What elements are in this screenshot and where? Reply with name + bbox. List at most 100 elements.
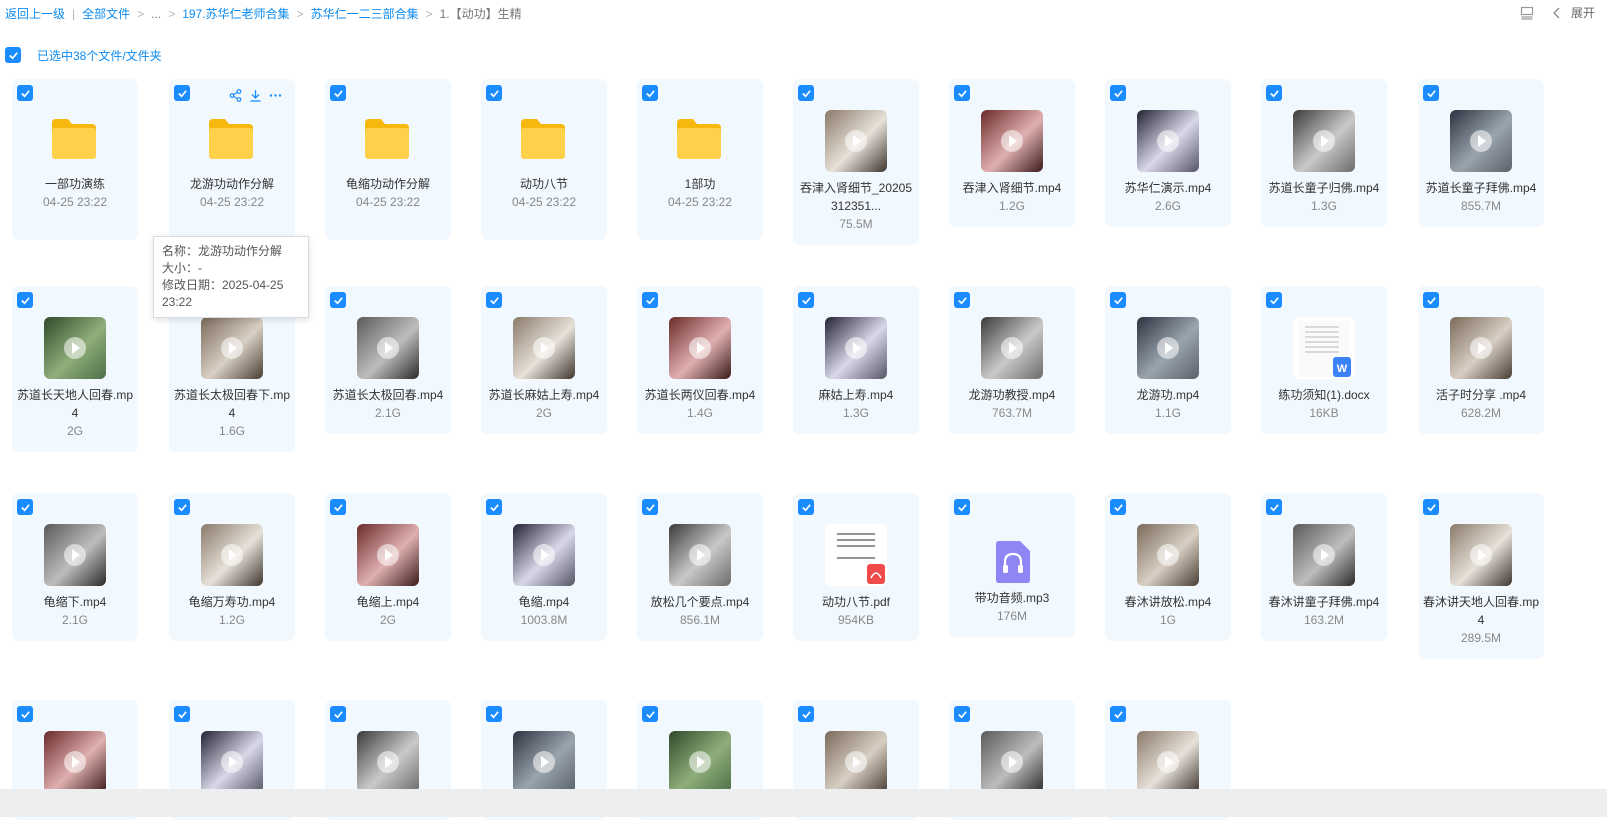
file-card[interactable]: 苏道长太极回春.mp4 2.1G (325, 286, 451, 434)
modified-date: 04-25 23:22 (355, 195, 421, 209)
play-icon (377, 751, 399, 773)
file-checkbox[interactable] (642, 499, 658, 515)
file-checkbox[interactable] (798, 706, 814, 722)
video-thumbnail (981, 317, 1043, 379)
horizontal-scrollbar[interactable] (0, 789, 1607, 817)
file-name: 苏道长童子归佛.mp4 (1268, 181, 1380, 195)
file-size: 1.3G (1310, 199, 1337, 213)
file-checkbox[interactable] (1423, 499, 1439, 515)
file-card[interactable]: 动功八节.pdf 954KB (793, 493, 919, 641)
file-checkbox[interactable] (798, 499, 814, 515)
file-card[interactable]: 苏道长天地人回春.mp4 2G (12, 286, 138, 452)
folder-card[interactable]: 一部功演练 04-25 23:22 (12, 79, 138, 240)
file-checkbox[interactable] (954, 85, 970, 101)
file-checkbox[interactable] (174, 499, 190, 515)
file-checkbox[interactable] (1266, 85, 1282, 101)
file-checkbox[interactable] (1266, 292, 1282, 308)
video-thumbnail (44, 317, 106, 379)
file-name: 苏道长童子拜佛.mp4 (1425, 181, 1537, 195)
play-icon (221, 544, 243, 566)
file-card[interactable]: 麻姑上寿.mp4 1.3G (793, 286, 919, 434)
file-checkbox[interactable] (642, 292, 658, 308)
file-checkbox[interactable] (486, 706, 502, 722)
file-card[interactable]: 龙游功.mp4 1.1G (1105, 286, 1231, 434)
file-checkbox[interactable] (954, 706, 970, 722)
play-icon (64, 751, 86, 773)
file-card[interactable]: 苏道长两仪回春.mp4 1.4G (637, 286, 763, 434)
file-card[interactable]: 龟缩万寿功.mp4 1.2G (169, 493, 295, 641)
folder-card[interactable]: 动功八节 04-25 23:22 (481, 79, 607, 240)
file-card[interactable]: 春沐讲童子拜佛.mp4 163.2M (1261, 493, 1387, 641)
file-size: 1.2G (998, 199, 1025, 213)
file-card[interactable]: 龟缩上.mp4 2G (325, 493, 451, 641)
video-thumbnail (1137, 524, 1199, 586)
file-checkbox[interactable] (798, 85, 814, 101)
video-thumbnail (1450, 317, 1512, 379)
file-checkbox[interactable] (1110, 706, 1126, 722)
file-card[interactable]: 苏道长童子归佛.mp4 1.3G (1261, 79, 1387, 227)
file-card[interactable]: 放松几个要点.mp4 856.1M (637, 493, 763, 641)
file-checkbox[interactable] (1110, 85, 1126, 101)
file-card[interactable]: 春沐讲放松.mp4 1G (1105, 493, 1231, 641)
download-icon[interactable] (248, 88, 262, 102)
file-checkbox[interactable] (17, 499, 33, 515)
file-name: 1部功 (684, 177, 716, 191)
file-checkbox[interactable] (330, 85, 346, 101)
file-checkbox[interactable] (174, 85, 190, 101)
file-checkbox[interactable] (1110, 292, 1126, 308)
file-name: 动功八节 (519, 177, 568, 191)
video-thumbnail (1137, 110, 1199, 172)
video-thumbnail (513, 524, 575, 586)
file-card[interactable]: 龟缩.mp4 1003.8M (481, 493, 607, 641)
file-card[interactable]: 苏道长麻姑上寿.mp4 2G (481, 286, 607, 434)
file-name: 吞津入肾细节_20205312351... (799, 181, 913, 213)
file-card[interactable]: 活子时分享 .mp4 628.2M (1418, 286, 1544, 434)
file-checkbox[interactable] (486, 292, 502, 308)
file-checkbox[interactable] (954, 292, 970, 308)
file-checkbox[interactable] (642, 706, 658, 722)
folder-card[interactable]: 龙游功动作分解 04-25 23:22 (169, 79, 295, 240)
file-size: 289.5M (1460, 631, 1502, 645)
file-checkbox[interactable] (17, 292, 33, 308)
file-card[interactable]: 龟缩下.mp4 2.1G (12, 493, 138, 641)
file-card[interactable]: 龙游功教授.mp4 763.7M (949, 286, 1075, 434)
file-card[interactable]: 春沐讲天地人回春.mp4 289.5M (1418, 493, 1544, 659)
file-checkbox[interactable] (174, 706, 190, 722)
folder-card[interactable]: 龟缩功动作分解 04-25 23:22 (325, 79, 451, 240)
share-icon[interactable] (228, 88, 242, 102)
video-thumbnail (669, 317, 731, 379)
file-card[interactable]: 苏华仁演示.mp4 2.6G (1105, 79, 1231, 227)
file-card[interactable]: 吞津入肾细节.mp4 1.2G (949, 79, 1075, 227)
file-checkbox[interactable] (486, 499, 502, 515)
file-checkbox[interactable] (1110, 499, 1126, 515)
file-size: 1.2G (218, 613, 245, 627)
file-checkbox[interactable] (17, 85, 33, 101)
file-size: 2.1G (61, 613, 88, 627)
file-card[interactable]: 带功音频.mp3 176M (949, 493, 1075, 637)
file-size: 855.7M (1460, 199, 1502, 213)
file-checkbox[interactable] (486, 85, 502, 101)
video-thumbnail (981, 110, 1043, 172)
video-thumbnail (357, 317, 419, 379)
file-checkbox[interactable] (330, 499, 346, 515)
file-checkbox[interactable] (1266, 499, 1282, 515)
file-checkbox[interactable] (642, 85, 658, 101)
file-card[interactable]: 苏道长童子拜佛.mp4 855.7M (1418, 79, 1544, 227)
file-checkbox[interactable] (954, 499, 970, 515)
file-checkbox[interactable] (17, 706, 33, 722)
file-card[interactable]: 吞津入肾细节_20205312351... 75.5M (793, 79, 919, 245)
video-thumbnail (357, 524, 419, 586)
file-checkbox[interactable] (330, 706, 346, 722)
file-checkbox[interactable] (1423, 85, 1439, 101)
file-checkbox[interactable] (330, 292, 346, 308)
file-name: 麻姑上寿.mp4 (818, 388, 894, 402)
file-card[interactable]: W 练功须知(1).docx 16KB (1261, 286, 1387, 434)
more-icon[interactable] (268, 88, 282, 102)
video-thumbnail (825, 110, 887, 172)
file-checkbox[interactable] (798, 292, 814, 308)
video-thumbnail (1450, 110, 1512, 172)
folder-icon (207, 117, 255, 161)
file-checkbox[interactable] (1423, 292, 1439, 308)
play-icon (1157, 544, 1179, 566)
folder-card[interactable]: 1部功 04-25 23:22 (637, 79, 763, 240)
